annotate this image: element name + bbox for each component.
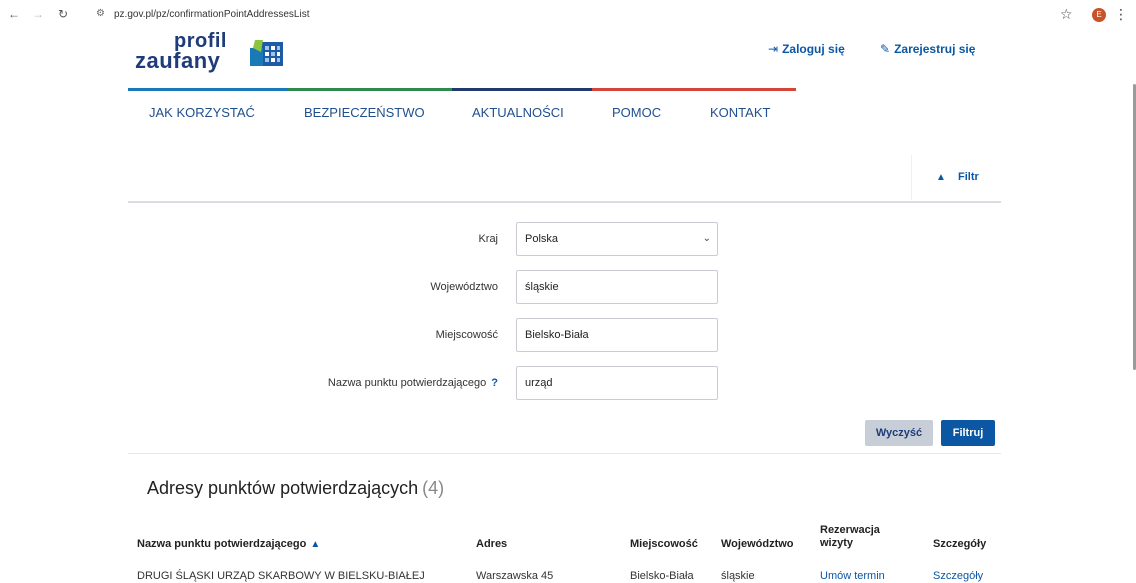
browser-toolbar: ← → ↻ ⚙ pz.gov.pl/pz/confirmationPointAd… [0,0,1136,30]
results-divider [128,453,1001,454]
site-info-icon[interactable]: ⚙ [96,8,105,19]
book-appointment-link[interactable]: Umów termin [820,570,885,582]
browser-menu-icon[interactable]: ⋮ [1114,6,1128,23]
point-name-value: urząd [525,377,553,389]
point-name-input[interactable]: urząd [516,366,718,400]
pencil-icon: ✎ [880,42,891,56]
country-value: Polska [525,233,559,245]
reload-icon[interactable]: ↻ [58,8,68,20]
filter-toggle[interactable]: ▲ Filtr [911,155,1002,200]
forward-icon[interactable]: → [32,8,44,20]
province-label: Województwo [430,281,498,293]
column-header-city[interactable]: Miejscowość [630,538,698,551]
triangle-up-icon: ▲ [936,172,946,183]
results-title: Adresy punktów potwierdzających [147,478,419,498]
filter-button[interactable]: Filtruj [941,420,995,446]
results-heading: Adresy punktów potwierdzających (4) [147,478,444,499]
back-icon[interactable]: ← [8,8,20,20]
help-icon[interactable]: ? [491,377,498,389]
login-label: Zaloguj się [782,42,845,56]
city-label: Miejscowość [435,329,498,341]
bookmark-star-icon[interactable]: ☆ [1060,6,1073,23]
chevron-down-icon: ⌄ [702,233,711,244]
login-icon: ⇥ [768,42,779,56]
country-label: Kraj [478,233,498,245]
nav-item-kontakt[interactable]: KONTAKT [710,105,770,120]
sort-ascending-icon[interactable]: ▲ [310,539,320,550]
logo-mark-icon [250,40,283,66]
results-count: (4) [422,478,445,498]
column-header-province[interactable]: Województwo [721,538,794,551]
nav-item-aktualnosci[interactable]: AKTUALNOŚCI [472,105,564,120]
nav-item-pomoc[interactable]: POMOC [612,105,661,120]
profile-avatar[interactable]: E [1092,8,1106,22]
column-header-address[interactable]: Adres [476,538,507,551]
province-input[interactable]: śląskie [516,270,718,304]
profil-zaufany-logo[interactable]: profil zaufany [135,30,295,80]
row-province: śląskie [721,570,755,582]
nav-item-jak-korzystac[interactable]: JAK KORZYSTAĆ [149,105,255,120]
column-header-name-label: Nazwa punktu potwierdzającego [137,538,307,550]
register-label: Zarejestruj się [894,42,976,56]
logo-line2: zaufany [135,48,221,73]
province-value: śląskie [525,281,559,293]
point-name-label: Nazwa punktu potwierdzającego [327,377,487,389]
city-input[interactable]: Bielsko-Biała [516,318,718,352]
address-bar[interactable]: pz.gov.pl/pz/confirmationPointAddressesL… [114,9,309,20]
column-header-details: Szczegóły [933,538,987,550]
register-link[interactable]: ✎ Zarejestruj się [880,42,975,56]
filter-toggle-label: Filtr [958,171,979,183]
login-link[interactable]: ⇥ Zaloguj się [768,42,845,56]
column-header-name[interactable]: Nazwa punktu potwierdzającego ▲ [137,538,320,551]
clear-button[interactable]: Wyczyść [865,420,933,446]
point-name-label-wrap: Nazwa punktu potwierdzającego? [118,377,498,389]
details-link[interactable]: Szczegóły [933,570,983,582]
nav-item-bezpieczenstwo[interactable]: BEZPIECZEŃSTWO [304,105,425,120]
row-city: Bielsko-Biała [630,570,694,582]
city-value: Bielsko-Biała [525,329,589,341]
main-navigation: JAK KORZYSTAĆ BEZPIECZEŃSTWO AKTUALNOŚCI… [128,91,796,131]
row-name: DRUGI ŚLĄSKI URZĄD SKARBOWY W BIELSKU-BI… [137,570,425,582]
filter-divider [128,201,1001,203]
country-select[interactable]: Polska ⌄ [516,222,718,256]
column-header-reservation: Rezerwacja wizyty [820,524,880,549]
row-address: Warszawska 45 [476,570,554,582]
